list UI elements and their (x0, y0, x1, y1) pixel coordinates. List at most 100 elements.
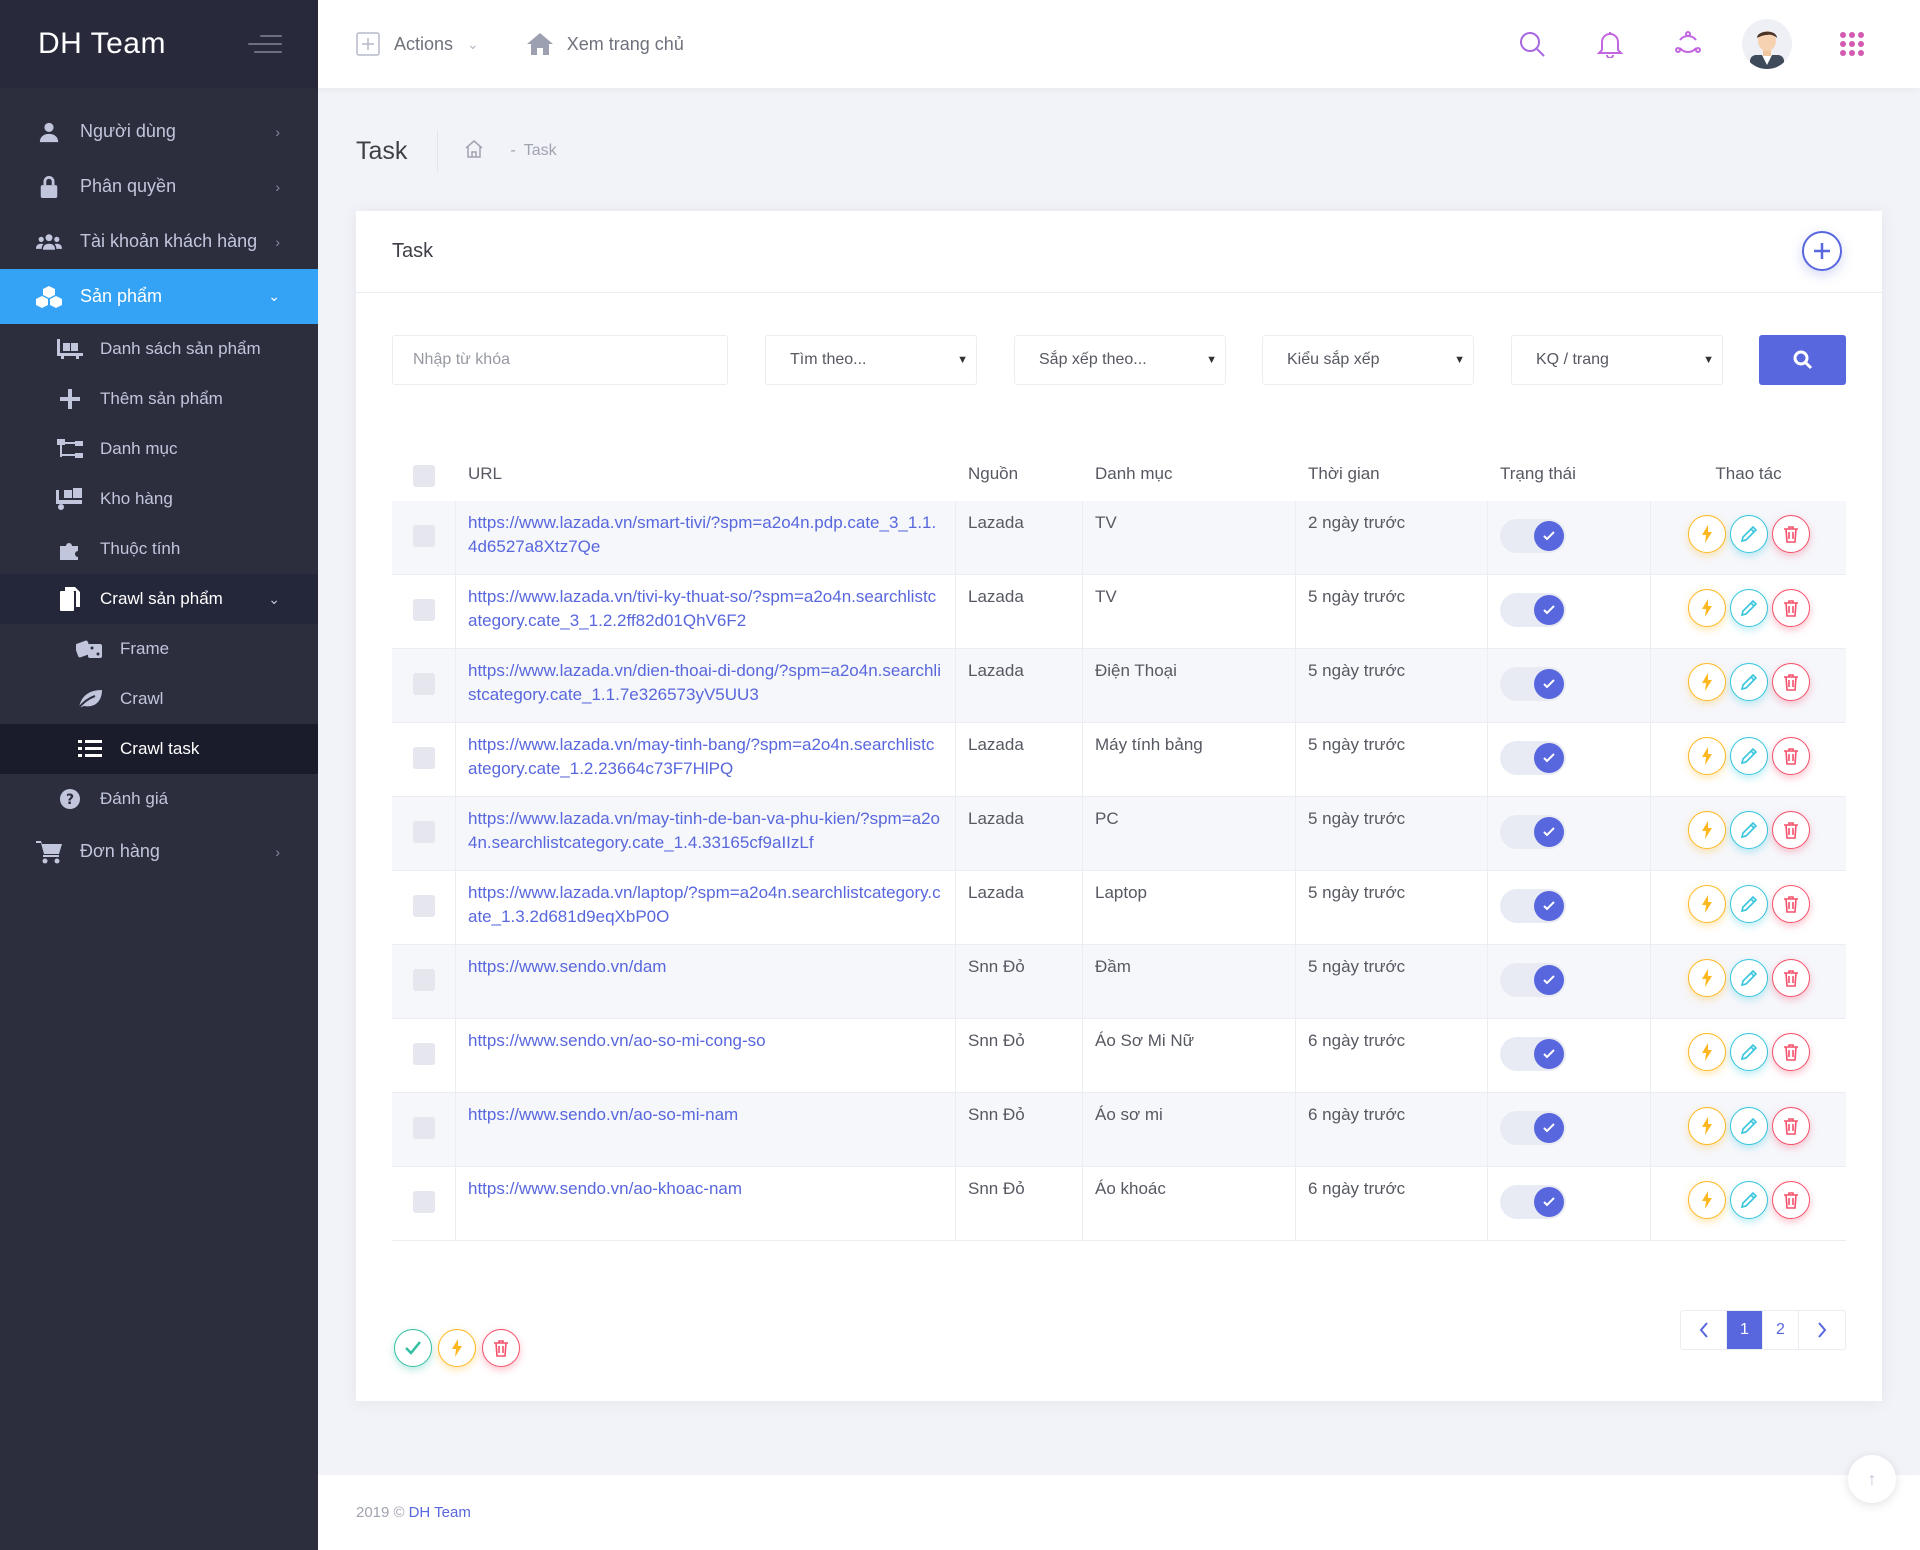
delete-button[interactable] (1771, 589, 1810, 627)
bulk-approve-button[interactable] (394, 1329, 432, 1367)
task-url-link[interactable]: https://www.lazada.vn/tivi-ky-thuat-so/?… (468, 585, 943, 633)
sidebar-item-frame[interactable]: Frame (0, 624, 318, 674)
run-button[interactable] (1687, 1107, 1726, 1145)
delete-button[interactable] (1771, 737, 1810, 775)
scroll-top-button[interactable]: ↑ (1848, 1455, 1896, 1503)
task-url-link[interactable]: https://www.lazada.vn/may-tinh-de-ban-va… (468, 807, 943, 855)
row-checkbox[interactable] (412, 673, 435, 695)
actions-dropdown[interactable]: Actions ⌄ (356, 32, 479, 56)
keyword-input[interactable]: Nhập từ khóa (392, 335, 728, 385)
run-button[interactable] (1687, 1033, 1726, 1071)
avatar[interactable] (1742, 19, 1792, 69)
row-checkbox[interactable] (412, 747, 435, 769)
delete-button[interactable] (1771, 959, 1810, 997)
search-by-select[interactable]: Tìm theo... ▼ (765, 335, 977, 385)
delete-button[interactable] (1771, 1181, 1810, 1219)
sidebar-item-customers[interactable]: Tài khoản khách hàng › (0, 214, 318, 269)
run-button[interactable] (1687, 663, 1726, 701)
run-button[interactable] (1687, 737, 1726, 775)
status-toggle[interactable] (1500, 1185, 1566, 1219)
status-toggle[interactable] (1500, 815, 1566, 849)
edit-button[interactable] (1729, 737, 1768, 775)
edit-button[interactable] (1729, 515, 1768, 553)
edit-button[interactable] (1729, 885, 1768, 923)
row-checkbox[interactable] (412, 1043, 435, 1065)
row-checkbox[interactable] (412, 599, 435, 621)
status-toggle[interactable] (1500, 1111, 1566, 1145)
status-toggle[interactable] (1500, 667, 1566, 701)
delete-button[interactable] (1771, 885, 1810, 923)
sort-type-select[interactable]: Kiểu sắp xếp ▼ (1262, 335, 1474, 385)
bell-icon[interactable] (1592, 26, 1628, 62)
sidebar-item-attributes[interactable]: Thuộc tính (0, 524, 318, 574)
add-task-button[interactable] (1802, 231, 1842, 271)
search-button[interactable] (1759, 335, 1846, 385)
footer-brand-link[interactable]: DH Team (409, 1504, 471, 1521)
edit-button[interactable] (1729, 1033, 1768, 1071)
edit-button[interactable] (1729, 663, 1768, 701)
row-checkbox[interactable] (412, 1191, 435, 1213)
prev-page-button[interactable] (1681, 1311, 1727, 1349)
bulk-delete-button[interactable] (482, 1329, 520, 1367)
sidebar-item-warehouse[interactable]: Kho hàng (0, 474, 318, 524)
breadcrumb-item[interactable]: Task (524, 142, 557, 160)
delete-button[interactable] (1771, 663, 1810, 701)
sidebar-item-add-product[interactable]: Thêm sản phẩm (0, 374, 318, 424)
delete-button[interactable] (1771, 811, 1810, 849)
edit-button[interactable] (1729, 959, 1768, 997)
task-url-link[interactable]: https://www.sendo.vn/ao-so-mi-nam (468, 1103, 943, 1127)
home-icon[interactable] (464, 139, 484, 163)
task-url-link[interactable]: https://www.sendo.vn/ao-khoac-nam (468, 1177, 943, 1201)
sidebar-item-categories[interactable]: Danh mục (0, 424, 318, 474)
sidebar-item-reviews[interactable]: ? Đánh giá (0, 774, 318, 824)
status-toggle[interactable] (1500, 593, 1566, 627)
status-toggle[interactable] (1500, 963, 1566, 997)
edit-button[interactable] (1729, 1107, 1768, 1145)
search-icon[interactable] (1514, 26, 1550, 62)
bulk-run-button[interactable] (438, 1329, 476, 1367)
page-button[interactable]: 2 (1763, 1311, 1799, 1349)
row-checkbox[interactable] (412, 821, 435, 843)
page-button[interactable]: 1 (1727, 1311, 1763, 1349)
run-button[interactable] (1687, 885, 1726, 923)
run-button[interactable] (1687, 811, 1726, 849)
run-button[interactable] (1687, 1181, 1726, 1219)
edit-button[interactable] (1729, 811, 1768, 849)
run-button[interactable] (1687, 589, 1726, 627)
apps-grid-icon[interactable] (1834, 26, 1870, 62)
status-toggle[interactable] (1500, 519, 1566, 553)
edit-button[interactable] (1729, 1181, 1768, 1219)
sidebar-item-permissions[interactable]: Phân quyền › (0, 159, 318, 214)
sidebar-item-product-list[interactable]: Danh sách sản phẩm (0, 324, 318, 374)
row-checkbox[interactable] (412, 969, 435, 991)
task-url-link[interactable]: https://www.lazada.vn/may-tinh-bang/?spm… (468, 733, 943, 781)
sidebar-item-users[interactable]: Người dùng › (0, 104, 318, 159)
next-page-button[interactable] (1799, 1311, 1845, 1349)
sidebar-item-crawl-task[interactable]: Crawl task (0, 724, 318, 774)
row-checkbox[interactable] (412, 895, 435, 917)
per-page-select[interactable]: KQ / trang ▼ (1511, 335, 1723, 385)
row-checkbox[interactable] (412, 1117, 435, 1139)
edit-button[interactable] (1729, 589, 1768, 627)
sidebar-item-products[interactable]: Sản phẩm ⌄ (0, 269, 318, 324)
sort-by-select[interactable]: Sắp xếp theo... ▼ (1014, 335, 1226, 385)
status-toggle[interactable] (1500, 1037, 1566, 1071)
task-url-link[interactable]: https://www.sendo.vn/ao-so-mi-cong-so (468, 1029, 943, 1053)
delete-button[interactable] (1771, 1033, 1810, 1071)
select-all-checkbox[interactable] (413, 465, 435, 487)
run-button[interactable] (1687, 959, 1726, 997)
status-toggle[interactable] (1500, 741, 1566, 775)
task-url-link[interactable]: https://www.lazada.vn/smart-tivi/?spm=a2… (468, 511, 943, 559)
brand-name[interactable]: DH Team (38, 27, 166, 61)
sidebar-toggle-icon[interactable] (248, 35, 282, 53)
status-toggle[interactable] (1500, 889, 1566, 923)
task-url-link[interactable]: https://www.lazada.vn/dien-thoai-di-dong… (468, 659, 943, 707)
view-homepage-link[interactable]: Xem trang chủ (526, 33, 684, 55)
sidebar-item-crawl-products[interactable]: Crawl sản phẩm ⌄ (0, 574, 318, 624)
delete-button[interactable] (1771, 1107, 1810, 1145)
run-button[interactable] (1687, 515, 1726, 553)
sync-icon[interactable] (1670, 26, 1706, 62)
task-url-link[interactable]: https://www.sendo.vn/dam (468, 955, 943, 979)
sidebar-item-orders[interactable]: Đơn hàng › (0, 824, 318, 879)
delete-button[interactable] (1771, 515, 1810, 553)
